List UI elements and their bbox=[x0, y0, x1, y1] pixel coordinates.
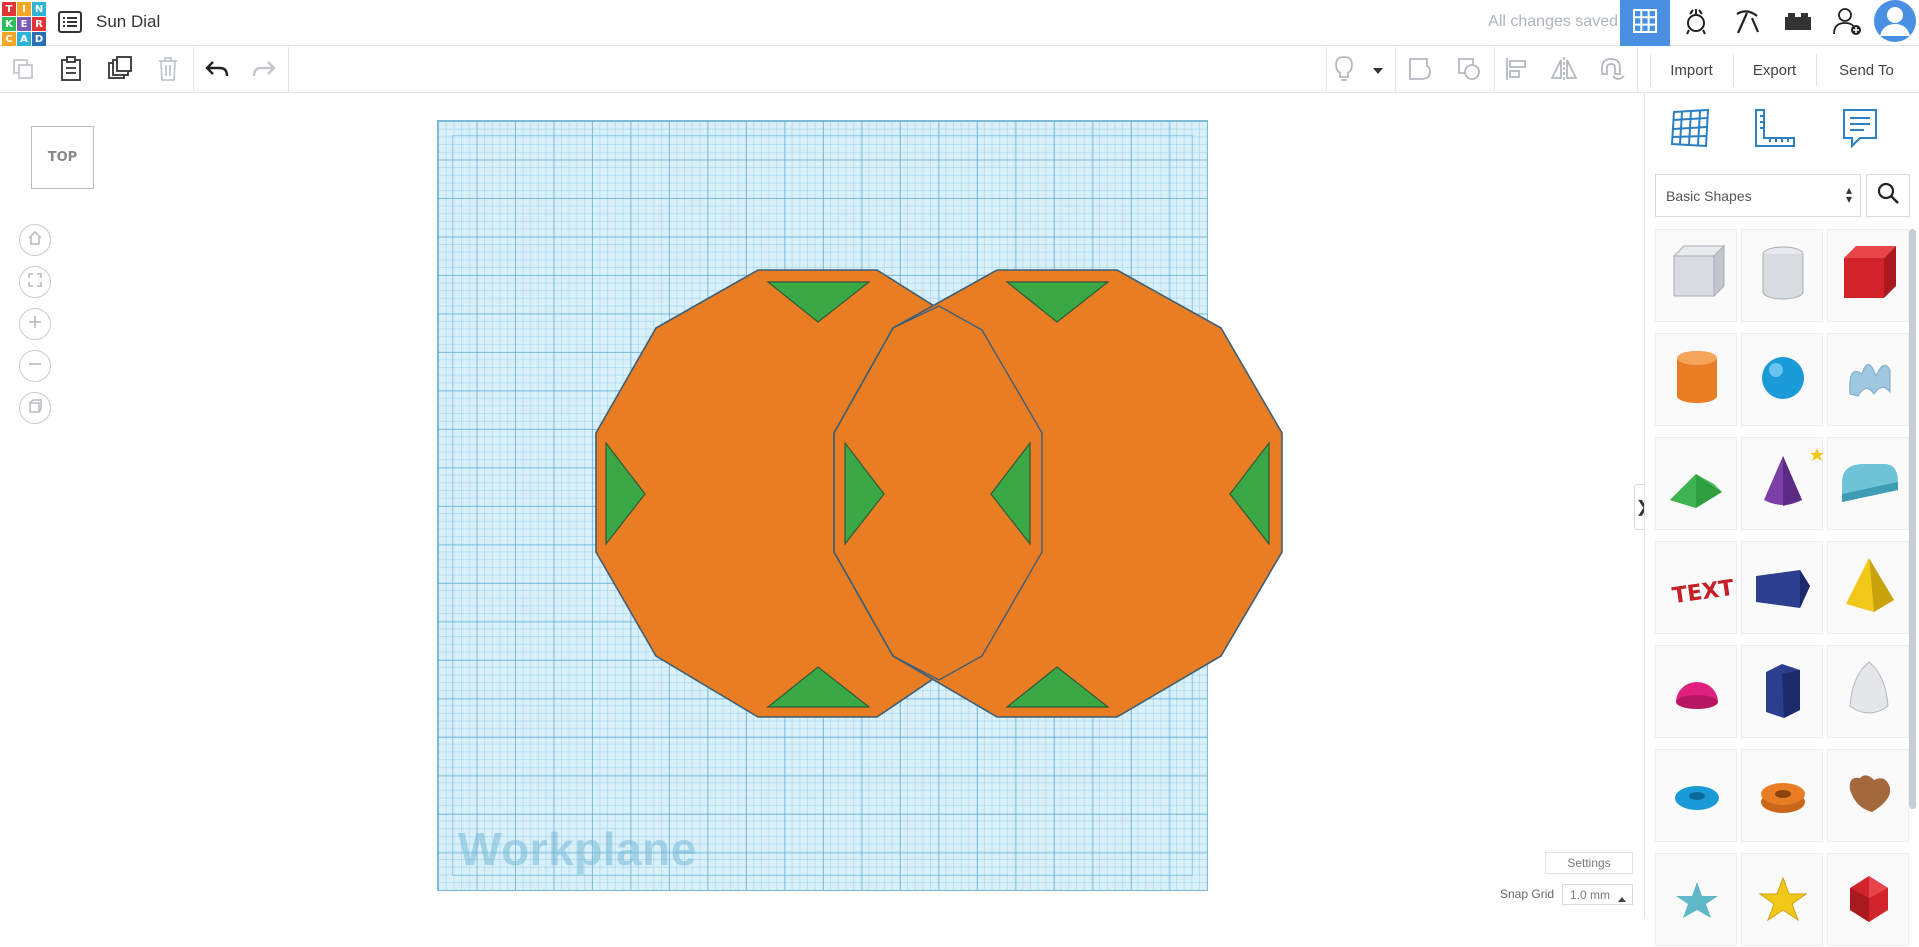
shape-tile[interactable] bbox=[1741, 541, 1823, 634]
shape-thumbnail bbox=[1766, 664, 1800, 718]
shape-tile[interactable] bbox=[1741, 853, 1823, 946]
shape-thumbnail bbox=[1762, 246, 1804, 300]
workplane-grid-icon bbox=[1668, 106, 1712, 155]
settings-button[interactable]: Settings bbox=[1545, 852, 1633, 874]
shape-tile[interactable] bbox=[1827, 749, 1909, 842]
shape-tile[interactable] bbox=[1827, 437, 1909, 530]
shape-tile[interactable] bbox=[1741, 437, 1824, 530]
shape-tile[interactable] bbox=[1741, 749, 1823, 842]
shape-thumbnail bbox=[1844, 246, 1896, 298]
shape-thumbnail bbox=[1762, 357, 1804, 399]
shape-tile[interactable] bbox=[1741, 645, 1823, 738]
shape-thumbnail: TEXT bbox=[1671, 576, 1736, 609]
shape-tile[interactable] bbox=[1655, 645, 1737, 738]
shape-tile[interactable] bbox=[1655, 437, 1737, 530]
shape-category-value: Basic Shapes bbox=[1666, 187, 1752, 204]
shape-thumbnail bbox=[1756, 570, 1810, 608]
shape-thumbnail bbox=[1672, 244, 1726, 298]
shape-thumbnail bbox=[1849, 661, 1889, 714]
shape-thumbnail bbox=[1849, 364, 1891, 397]
design-shapes bbox=[595, 269, 1283, 718]
snap-grid-label: Snap Grid bbox=[1500, 887, 1555, 901]
shape-thumbnail bbox=[1675, 786, 1719, 810]
shape-search-button[interactable] bbox=[1866, 174, 1910, 217]
shape-thumbnail bbox=[1677, 351, 1717, 403]
shape-tile[interactable] bbox=[1655, 229, 1737, 322]
shape-tile[interactable] bbox=[1655, 853, 1737, 946]
workplane-tool-button[interactable] bbox=[1665, 105, 1715, 155]
shape-thumbnail bbox=[1676, 682, 1718, 709]
caret-up-icon bbox=[1618, 891, 1626, 905]
panel-scrollbar[interactable] bbox=[1909, 229, 1916, 809]
shape-tile[interactable] bbox=[1827, 229, 1909, 322]
right-dodecagon-dial[interactable] bbox=[833, 269, 1283, 718]
note-icon bbox=[1838, 106, 1882, 155]
search-icon bbox=[1876, 181, 1900, 210]
shape-tile[interactable] bbox=[1741, 333, 1823, 426]
shapes-panel: Basic Shapes ▴ ▾ TEXT bbox=[1644, 93, 1919, 946]
shape-tile[interactable] bbox=[1655, 749, 1737, 842]
shape-category-select[interactable]: Basic Shapes ▴ ▾ bbox=[1655, 174, 1861, 217]
ruler-icon bbox=[1752, 106, 1796, 155]
shape-thumbnail bbox=[1670, 474, 1722, 508]
ruler-tool-button[interactable] bbox=[1749, 105, 1799, 155]
shape-thumbnail bbox=[1846, 558, 1894, 612]
shape-tile[interactable] bbox=[1827, 853, 1909, 946]
shape-thumbnail bbox=[1758, 876, 1808, 922]
shape-thumbnail bbox=[1842, 464, 1898, 502]
shape-tile[interactable]: TEXT bbox=[1655, 541, 1737, 634]
notes-tool-button[interactable] bbox=[1835, 105, 1885, 155]
shape-tile[interactable] bbox=[1827, 541, 1909, 634]
shape-thumbnail bbox=[1761, 783, 1805, 813]
snap-grid-value: 1.0 mm bbox=[1570, 887, 1611, 902]
snap-grid-select[interactable]: 1.0 mm bbox=[1562, 884, 1633, 905]
shape-thumbnail bbox=[1764, 448, 1824, 506]
shape-thumbnail bbox=[1849, 775, 1891, 812]
shape-tile[interactable] bbox=[1827, 645, 1909, 738]
shape-tile[interactable] bbox=[1741, 229, 1823, 322]
shape-tile[interactable] bbox=[1655, 333, 1737, 426]
shape-thumbnail bbox=[1850, 876, 1888, 922]
shape-tile[interactable] bbox=[1827, 333, 1909, 426]
shape-thumbnail bbox=[1676, 882, 1718, 918]
updown-caret-icon: ▴ ▾ bbox=[1845, 183, 1852, 206]
svg-text:TEXT: TEXT bbox=[1671, 576, 1736, 609]
